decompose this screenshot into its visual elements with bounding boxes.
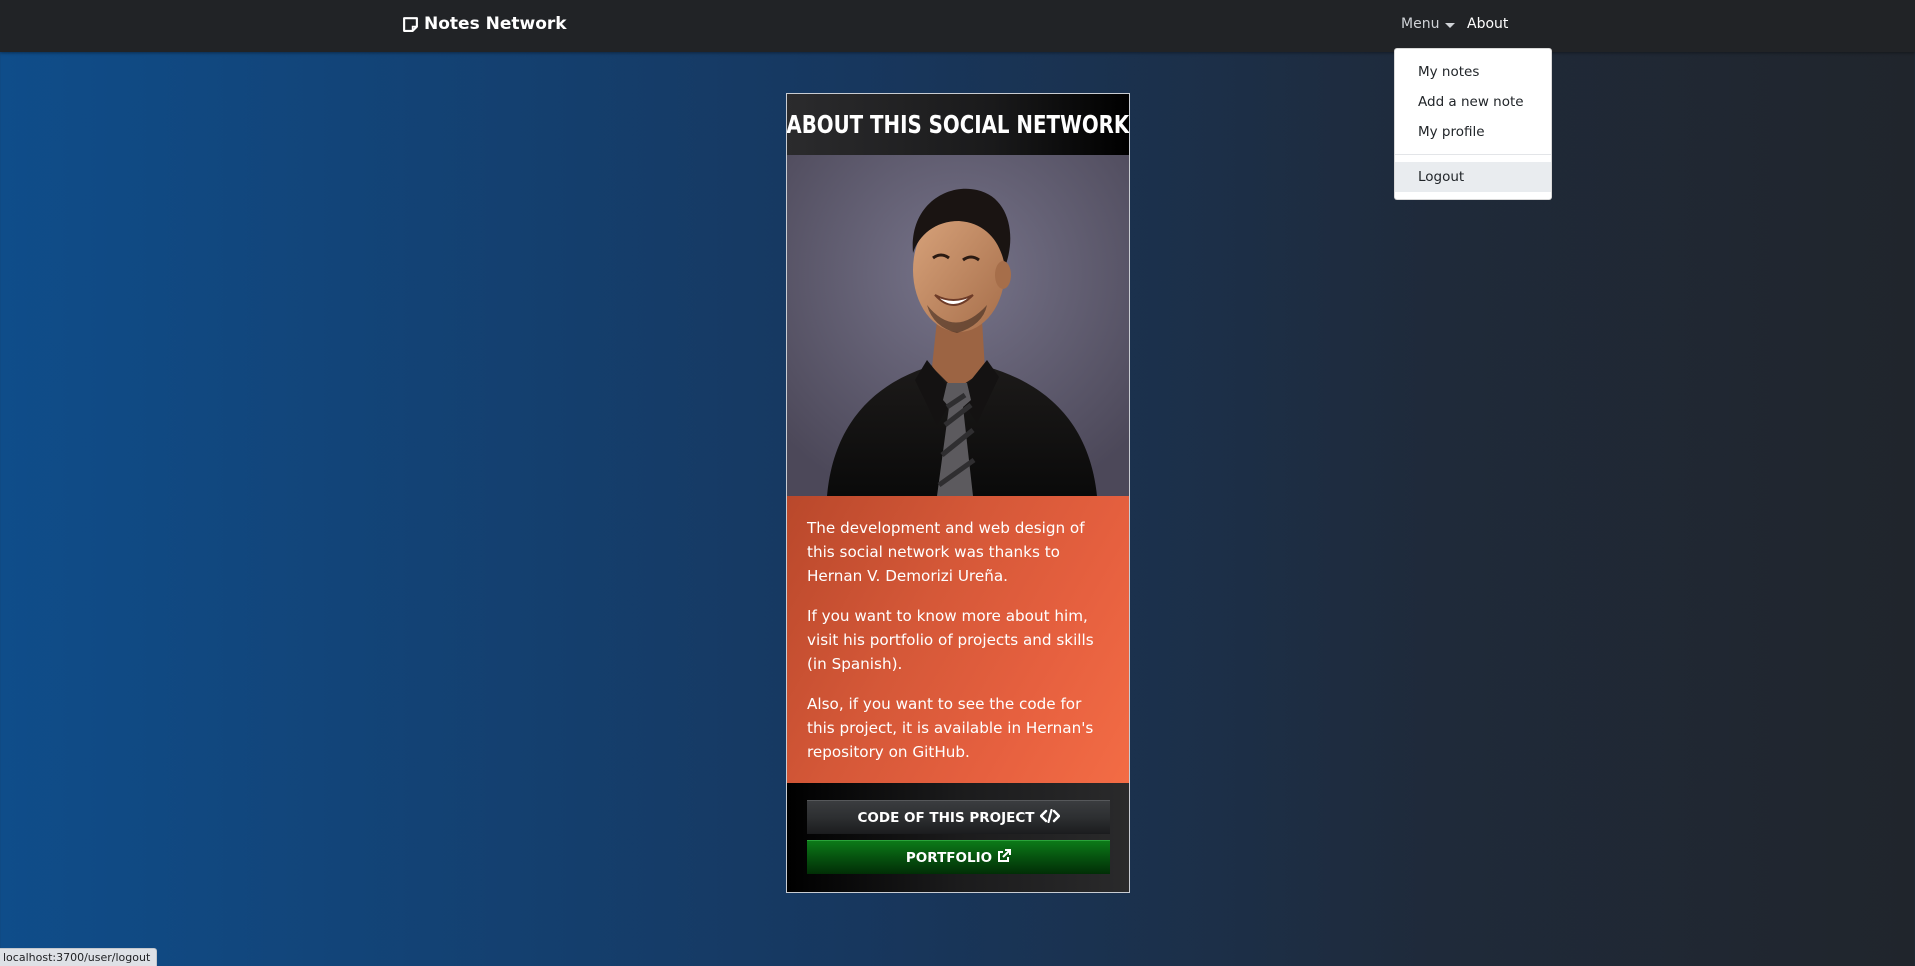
code-button-label: CODE OF THIS PROJECT <box>857 809 1035 826</box>
card-body: The development and web design of this s… <box>787 496 1129 783</box>
nav-about-link[interactable]: About <box>1467 16 1508 32</box>
card-footer: CODE OF THIS PROJECT PORTFOLIO <box>787 783 1129 892</box>
dropdown-item-logout[interactable]: Logout <box>1395 162 1551 192</box>
browser-status-url: localhost:3700/user/logout <box>0 948 158 966</box>
dropdown-item-add-note[interactable]: Add a new note <box>1395 87 1551 117</box>
navbar: Notes Network Menu About <box>0 0 1915 52</box>
code-icon <box>1039 808 1060 827</box>
portfolio-button[interactable]: PORTFOLIO <box>807 840 1110 874</box>
note-icon <box>402 16 419 33</box>
about-paragraph-2: If you want to know more about him, visi… <box>807 607 1094 673</box>
about-paragraph-1: The development and web design of this s… <box>807 519 1085 585</box>
dropdown-divider <box>1395 154 1551 155</box>
about-card: ABOUT THIS SOCIAL NETWORK The developmen… <box>786 93 1130 893</box>
about-paragraph-3: Also, if you want to see the code for th… <box>807 695 1094 761</box>
menu-dropdown: My notes Add a new note My profile Logou… <box>1394 48 1552 200</box>
brand-link[interactable]: Notes Network <box>402 14 567 34</box>
card-header: ABOUT THIS SOCIAL NETWORK <box>787 94 1129 155</box>
card-title: ABOUT THIS SOCIAL NETWORK <box>786 110 1130 139</box>
brand-label: Notes Network <box>424 14 567 34</box>
menu-label: Menu <box>1401 16 1440 32</box>
dropdown-item-my-profile[interactable]: My profile <box>1395 117 1551 147</box>
external-link-icon <box>997 848 1012 867</box>
author-photo <box>787 155 1129 496</box>
dropdown-item-my-notes[interactable]: My notes <box>1395 57 1551 87</box>
portfolio-button-label: PORTFOLIO <box>905 849 993 866</box>
code-of-project-button[interactable]: CODE OF THIS PROJECT <box>807 800 1110 834</box>
menu-dropdown-toggle[interactable]: Menu <box>1401 16 1456 32</box>
caret-down-icon <box>1445 22 1456 28</box>
